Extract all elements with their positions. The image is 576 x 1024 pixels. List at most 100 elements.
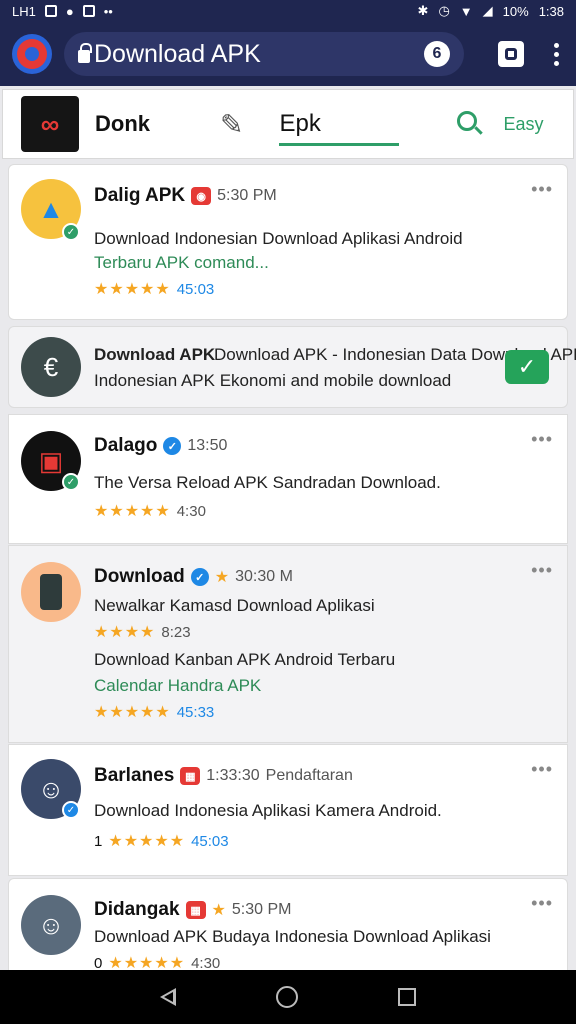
star-rating: ★★★★★	[94, 704, 171, 721]
installed-badge-icon: ✓	[62, 223, 80, 241]
item-description: The Versa Reload APK Sandradan Download.	[94, 473, 441, 492]
notification-icon	[44, 5, 57, 17]
list-item[interactable]: ☺ ✓ Barlanes ▦ 1:33:30 Pendaftaran ••• D…	[8, 744, 568, 876]
item-meta: 13:50	[187, 437, 228, 454]
item-title: Dalago ✓ 13:50	[94, 435, 227, 457]
tabs-button[interactable]	[498, 41, 524, 67]
item-subtitle: Indonesian APK Ekonomi and mobile downlo…	[94, 371, 452, 390]
review-count: 4:30	[191, 954, 221, 972]
status-bar: LH1 ● •• ✱ ◷ ▼ ◢ 10% 1:38	[0, 0, 576, 22]
messenger-icon: ●	[65, 3, 74, 19]
star-rating: ★★★★★	[108, 833, 186, 850]
wifi-icon: ▼	[459, 3, 473, 19]
browser-logo-icon[interactable]	[12, 34, 52, 74]
item-title-text: Download APK	[94, 345, 216, 364]
item-subtitle: Terbaru APK comand...	[94, 253, 269, 272]
battery-text: 10%	[502, 3, 529, 19]
list-item[interactable]: € Download APK Download APK - Indonesian…	[8, 326, 576, 408]
system-nav-bar	[0, 970, 576, 1024]
pencil-icon[interactable]: ✎	[220, 108, 243, 141]
phone-app-icon	[21, 562, 81, 622]
item-description: Download APK Budaya Indonesia Download A…	[94, 927, 491, 946]
item-title: Download ✓ ★ 30:30 M	[94, 566, 293, 588]
item-subtitle: Calendar Handra APK	[94, 676, 262, 695]
list-item[interactable]: ▲ ✓ Dalig APK ◉ 5:30 PM ••• Download Ind…	[8, 164, 568, 320]
app-logo-icon: ∞	[21, 96, 79, 152]
item-title-text: Barlanes	[94, 765, 175, 786]
item-description: Newalkar Kamasd Download Aplikasi	[94, 596, 375, 615]
home-icon[interactable]	[276, 986, 298, 1008]
address-bar[interactable]: Download APK 6	[64, 32, 464, 76]
item-title: Dalig APK ◉ 5:30 PM	[94, 185, 277, 207]
review-count: 45:03	[176, 280, 215, 298]
app-header: ∞ Donk ✎ Epk Easy	[2, 89, 574, 159]
star-rating: ★★★★	[94, 624, 156, 641]
avatar: ☺	[21, 895, 81, 955]
rating-row: 1 ★★★★★ 45:03	[94, 831, 229, 851]
browser-toolbar: Download APK 6	[0, 22, 576, 86]
url-text: Download APK	[94, 39, 261, 68]
gallery-icon	[82, 5, 95, 17]
star-meta-icon: ★	[214, 569, 230, 586]
carrier-text: LH1	[12, 3, 36, 19]
rating-row: ★★★★★ 45:03	[94, 279, 214, 299]
tag-badge-icon: ▦	[185, 901, 206, 919]
verified-badge-icon: ✓	[62, 801, 80, 819]
euro-icon: €	[21, 337, 81, 397]
tab-epk[interactable]: Epk	[279, 96, 400, 152]
alarm-icon: ◷	[438, 3, 450, 18]
review-count: 8:23	[161, 623, 191, 641]
tag-badge-icon: ▦	[180, 767, 201, 785]
rating-lead: 0	[94, 954, 103, 972]
tab-epk-label: Epk	[279, 110, 321, 137]
item-meta: 5:30 PM	[217, 187, 277, 204]
rating-row: ★★★★★ 45:33	[94, 702, 214, 722]
check-button[interactable]: ✓	[505, 350, 549, 384]
list-item[interactable]: ▣ ✓ Dalago ✓ 13:50 ••• The Versa Reload …	[8, 414, 568, 544]
bluetooth-icon: ✱	[417, 3, 429, 18]
item-category: Pendaftaran	[265, 767, 353, 784]
item-meta: 30:30 M	[235, 568, 293, 585]
item-meta: 5:30 PM	[231, 901, 292, 918]
easy-button[interactable]: Easy	[503, 114, 543, 135]
star-meta-icon: ★	[211, 902, 226, 919]
more-options-icon[interactable]: •••	[531, 429, 553, 450]
recent-apps-icon[interactable]	[398, 988, 416, 1006]
item-meta: 1:33:30	[206, 767, 260, 784]
rating-lead: 1	[94, 832, 103, 850]
more-notifications-icon: ••	[103, 3, 113, 19]
star-rating: ★★★★★	[94, 281, 171, 298]
item-title-text: Dalig APK	[94, 185, 186, 206]
rating-row: ★★★★ 8:23	[94, 622, 191, 642]
item-title: Didangak ▦ ★ 5:30 PM	[94, 899, 291, 921]
verified-icon: ✓	[190, 568, 209, 586]
item-title-text: Didangak	[94, 899, 180, 920]
item-description: Download APK	[94, 345, 215, 365]
star-rating: ★★★★★	[94, 503, 171, 520]
list-item[interactable]: Download ✓ ★ 30:30 M ••• Newalkar Kamasd…	[8, 545, 568, 743]
signal-icon: ◢	[482, 3, 493, 18]
app-name: Donk	[95, 111, 150, 136]
item-description: Download Kanban APK Android Terbaru	[94, 650, 396, 669]
item-title-text: Dalago	[94, 435, 158, 456]
review-count: 45:03	[191, 832, 229, 850]
more-options-icon[interactable]: •••	[531, 179, 553, 200]
search-icon[interactable]	[457, 111, 484, 137]
review-count: 45:33	[176, 703, 215, 721]
more-options-icon[interactable]: •••	[531, 893, 553, 914]
more-options-icon[interactable]: •••	[531, 560, 553, 581]
rating-row: ★★★★★ 4:30	[94, 501, 206, 521]
review-count: 4:30	[176, 502, 206, 520]
list-item[interactable]: ☺ Didangak ▦ ★ 5:30 PM ••• Download APK …	[8, 878, 568, 978]
installed-badge-icon: ✓	[62, 473, 80, 491]
refresh-icon[interactable]: 6	[424, 41, 450, 67]
hot-badge-icon: ◉	[191, 187, 212, 205]
lock-icon	[78, 42, 92, 63]
browser-menu-button[interactable]	[554, 42, 559, 66]
item-title: Barlanes ▦ 1:33:30 Pendaftaran	[94, 765, 353, 787]
back-icon[interactable]	[160, 988, 176, 1006]
item-description: Download Indonesian Download Aplikasi An…	[94, 229, 463, 248]
more-options-icon[interactable]: •••	[531, 759, 553, 780]
clock-text: 1:38	[538, 3, 564, 19]
item-title-text: Download	[94, 566, 185, 587]
